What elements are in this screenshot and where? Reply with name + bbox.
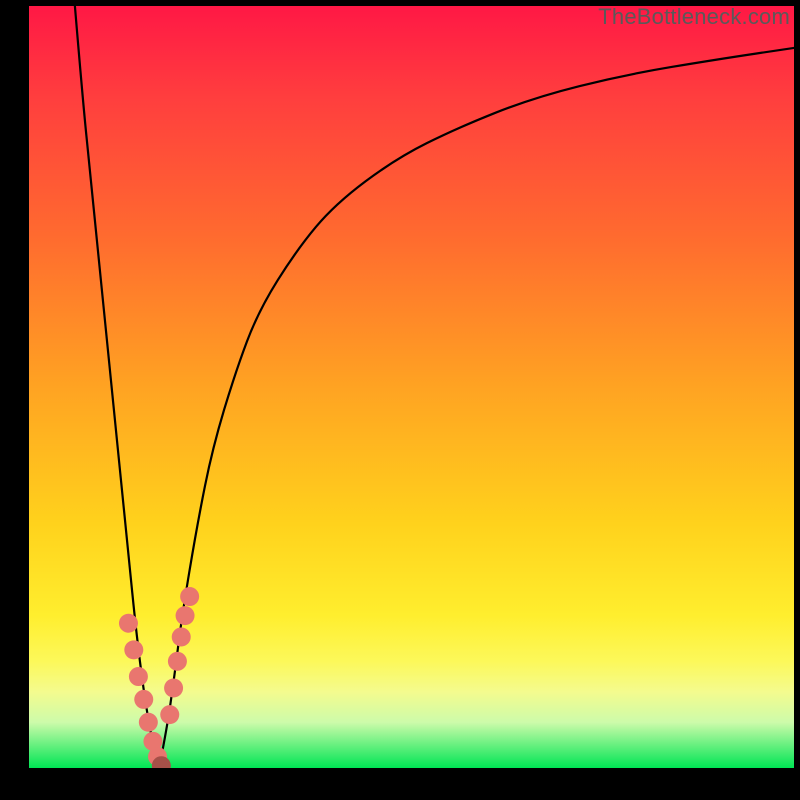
marker-right-markers xyxy=(180,587,199,606)
chart-svg xyxy=(29,6,794,768)
marker-right-markers xyxy=(160,705,179,724)
marker-right-markers xyxy=(176,606,195,625)
marker-left-markers xyxy=(124,640,143,659)
chart-frame: TheBottleneck.com xyxy=(0,0,800,800)
marker-right-markers xyxy=(168,652,187,671)
plot-area xyxy=(29,6,794,768)
marker-right-markers xyxy=(164,678,183,697)
curve-right-branch xyxy=(159,48,794,768)
marker-left-markers xyxy=(139,713,158,732)
marker-left-markers xyxy=(119,614,138,633)
series-container xyxy=(75,6,794,768)
curve-left-branch xyxy=(75,6,159,768)
marker-left-markers xyxy=(129,667,148,686)
marker-right-markers xyxy=(172,627,191,646)
marker-left-markers xyxy=(134,690,153,709)
